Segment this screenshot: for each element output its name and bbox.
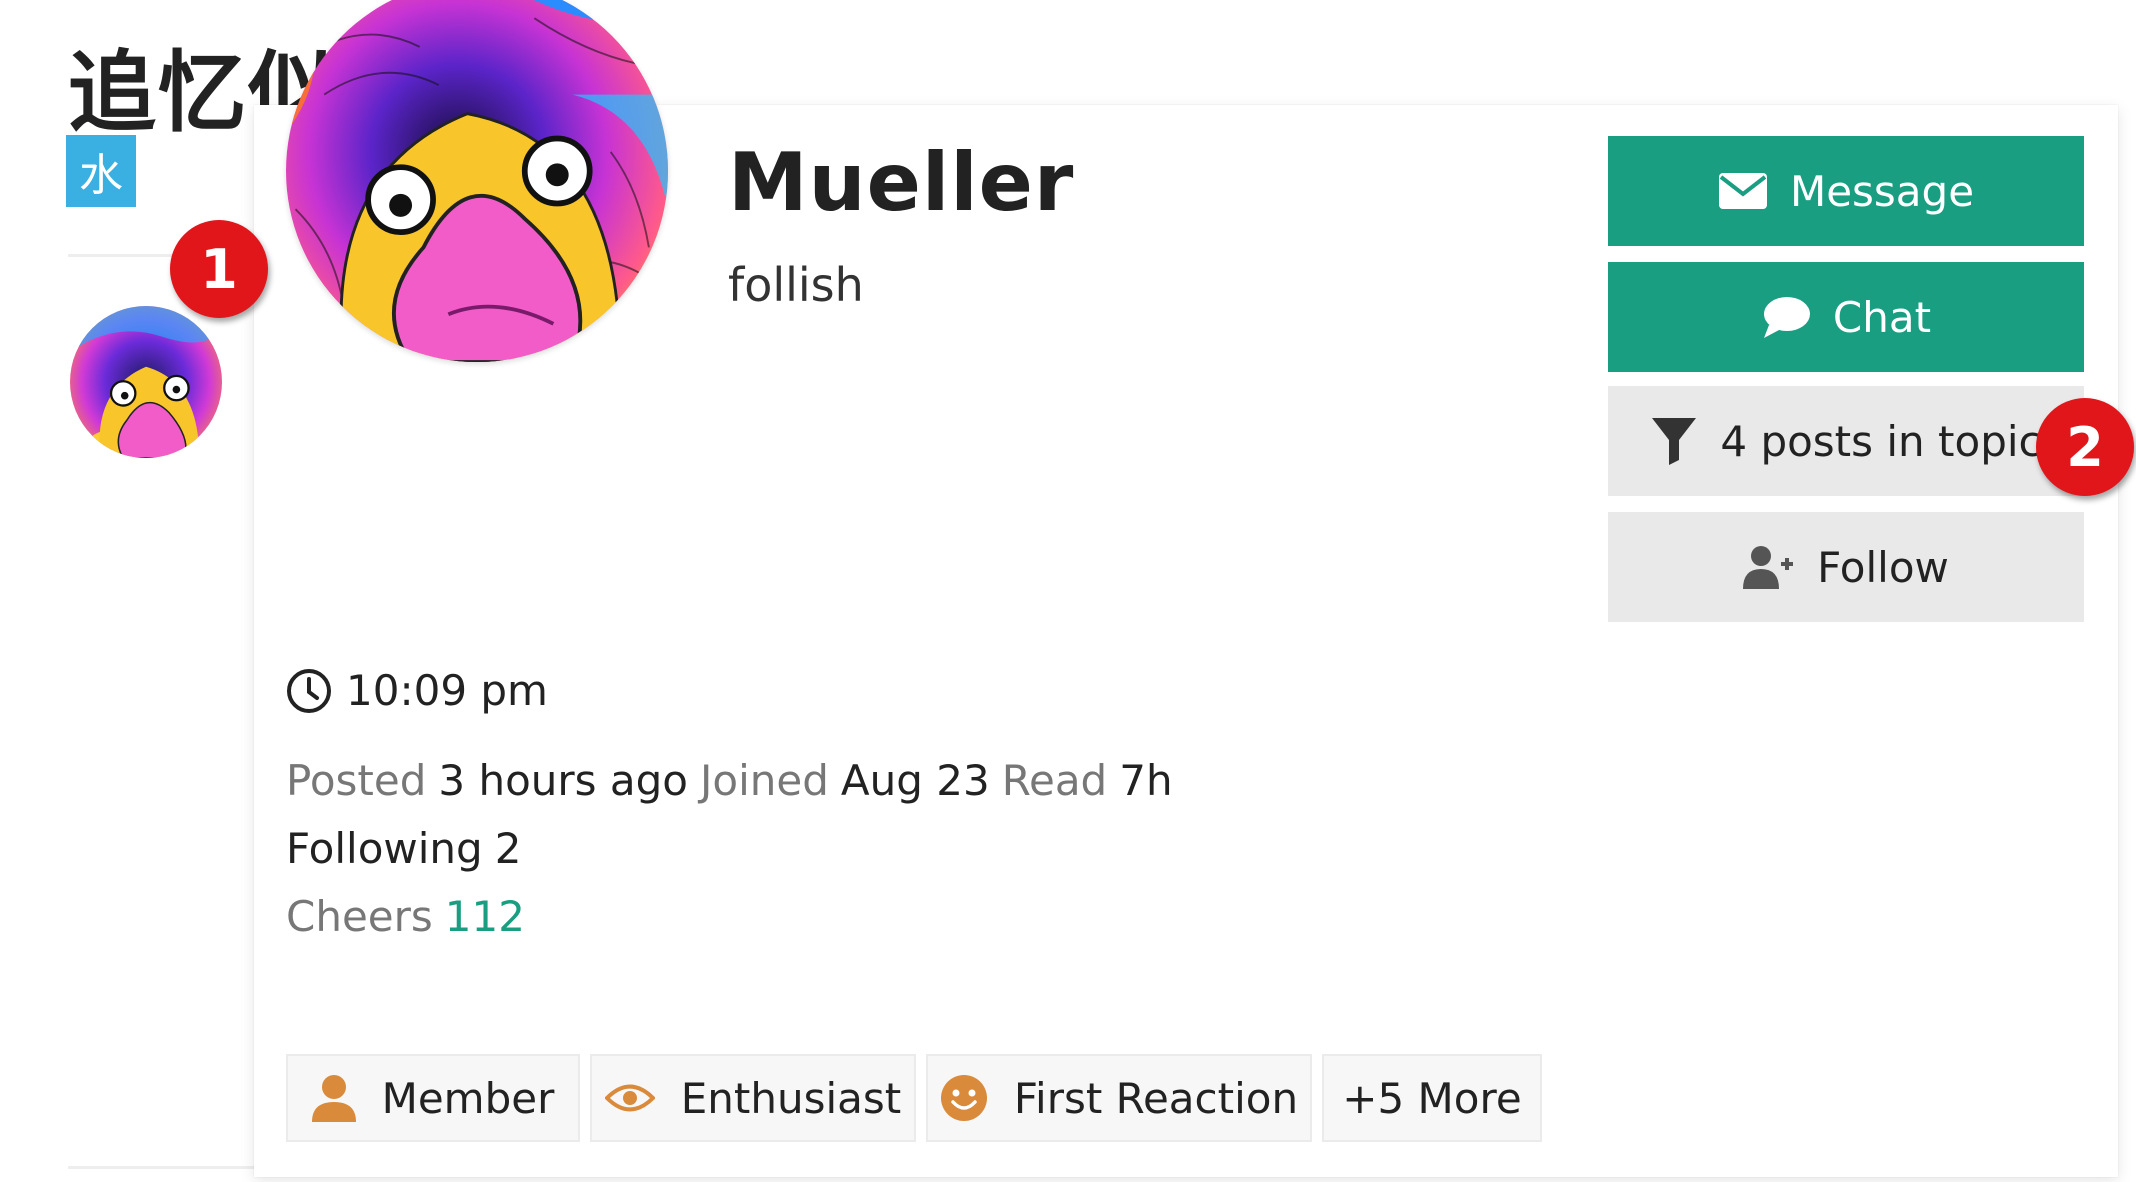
page: 追忆似 水 Mueller follish Message Chat 4 pos… xyxy=(0,0,2136,1182)
following-value: 2 xyxy=(494,824,522,873)
posted-label: Posted xyxy=(286,756,427,805)
posted-value[interactable]: 3 hours ago xyxy=(438,756,688,805)
filter-posts-label: 4 posts in topic xyxy=(1720,416,2042,466)
user-name[interactable]: Mueller xyxy=(728,136,1074,229)
message-button[interactable]: Message xyxy=(1608,136,2084,246)
user-title: follish xyxy=(728,258,864,312)
cheers-label: Cheers xyxy=(286,892,433,941)
activity-stats: Posted 3 hours ago Joined Aug 23 Read 7h xyxy=(286,756,1173,805)
following-stat[interactable]: Following 2 xyxy=(286,824,521,873)
eye-icon xyxy=(604,1084,655,1112)
joined-label: Joined xyxy=(700,756,829,805)
filter-posts-button[interactable]: 4 posts in topic xyxy=(1608,386,2084,496)
category-badge[interactable]: 水 xyxy=(66,135,136,207)
follow-button[interactable]: Follow xyxy=(1608,512,2084,622)
chat-button-label: Chat xyxy=(1832,292,1932,342)
following-label: Following xyxy=(286,824,483,873)
annotation-marker-1: 1 xyxy=(170,220,268,318)
read-label: Read xyxy=(1001,756,1108,805)
duck-avatar-image xyxy=(70,306,222,458)
chat-bubble-icon xyxy=(1763,297,1810,338)
envelope-icon xyxy=(1718,173,1767,209)
badge-first-reaction[interactable]: First Reaction xyxy=(926,1054,1312,1142)
filter-funnel-icon xyxy=(1652,418,1697,465)
clock-icon xyxy=(287,668,331,713)
follow-button-label: Follow xyxy=(1817,542,1949,592)
annotation-marker-2: 2 xyxy=(2036,398,2134,496)
read-value: 7h xyxy=(1119,756,1173,805)
post-avatar[interactable] xyxy=(70,306,222,458)
badge-label: Member xyxy=(381,1073,555,1123)
cheers-stat: Cheers 112 xyxy=(286,892,525,941)
local-time-value: 10:09 pm xyxy=(346,666,548,715)
add-user-icon xyxy=(1743,546,1794,589)
more-badges-button[interactable]: +5 More xyxy=(1322,1054,1542,1142)
local-time: 10:09 pm xyxy=(286,666,548,715)
user-icon xyxy=(311,1075,356,1122)
badge-member[interactable]: Member xyxy=(286,1054,580,1142)
cheers-value: 112 xyxy=(444,892,525,941)
badge-enthusiast[interactable]: Enthusiast xyxy=(590,1054,916,1142)
chat-button[interactable]: Chat xyxy=(1608,262,2084,372)
badge-label: Enthusiast xyxy=(680,1073,902,1123)
smile-icon xyxy=(940,1075,987,1121)
message-button-label: Message xyxy=(1789,166,1975,216)
badge-label: First Reaction xyxy=(1013,1073,1299,1123)
joined-value: Aug 23 xyxy=(840,756,990,805)
badge-label: +5 More xyxy=(1342,1073,1522,1123)
